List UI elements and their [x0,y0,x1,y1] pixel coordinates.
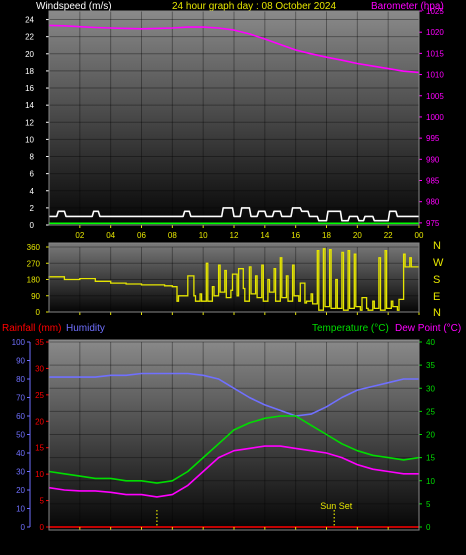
temp-ytick-label: 30 [426,384,435,393]
direction-ytick-label: 90 [31,292,40,301]
compass-w: W [433,257,444,269]
temp-ytick-label: 35 [426,361,435,370]
baro-ytick-label: 1020 [426,28,444,37]
baro-ytick-label: 1015 [426,49,444,58]
wind-ytick-label: 14 [25,101,34,110]
humidity-label: Humidity [66,323,105,334]
compass-n-top: N [433,240,441,252]
rainfall-label: Rainfall (mm) [2,323,61,334]
temp-ytick-label: 10 [426,477,435,486]
sunset-label: Sun Set [320,501,353,511]
direction-ytick-label: 270 [27,259,41,268]
humidity-ytick-label: 10 [16,505,25,514]
humidity-ytick-label: 80 [16,375,25,384]
top-xtick-label: 04 [106,231,115,240]
rain-ytick-label: 0 [40,523,45,532]
rain-ytick-label: 20 [35,417,44,426]
wind-ytick-label: 12 [25,118,34,127]
baro-ytick-label: 985 [426,177,440,186]
wind-ytick-label: 24 [25,16,34,25]
compass-e: E [433,291,440,303]
humidity-ytick-label: 70 [16,394,25,403]
wind-ytick-label: 2 [30,204,35,213]
rain-ytick-label: 15 [35,444,44,453]
temp-ytick-label: 0 [426,523,431,532]
wind-ytick-label: 22 [25,33,34,42]
temp-ytick-label: 5 [426,500,431,509]
top-xtick-label: 14 [260,231,269,240]
wind-ytick-label: 20 [25,50,34,59]
windspeed-label: Windspeed (m/s) [36,1,112,12]
wind-ytick-label: 10 [25,135,34,144]
rain-ytick-label: 5 [40,497,45,506]
baro-ytick-label: 995 [426,134,440,143]
top-xtick-label: 18 [322,231,331,240]
wind-ytick-label: 18 [25,67,34,76]
top-xtick-label: 12 [230,231,239,240]
top-xtick-label: 10 [199,231,208,240]
humidity-ytick-label: 60 [16,412,25,421]
temperature-label: Temperature (°C) [312,323,389,334]
top-xtick-label: 00 [415,231,424,240]
dewpoint-label: Dew Point (°C) [395,323,461,334]
baro-ytick-label: 975 [426,219,440,228]
top-xtick-label: 08 [168,231,177,240]
compass-s: S [433,274,440,286]
direction-ytick-label: 360 [27,243,41,252]
wind-ytick-label: 4 [30,187,35,196]
rain-ytick-label: 35 [35,338,44,347]
wind-ytick-label: 8 [30,153,35,162]
wind-ytick-label: 0 [30,221,35,230]
direction-ytick-label: 0 [36,308,41,317]
top-xtick-label: 02 [75,231,84,240]
temp-ytick-label: 20 [426,431,435,440]
compass-n-bottom: N [433,307,441,319]
top-xtick-label: 06 [137,231,146,240]
baro-ytick-label: 1025 [426,7,444,16]
top-xtick-label: 16 [291,231,300,240]
rain-ytick-label: 10 [35,470,44,479]
baro-ytick-label: 1010 [426,71,444,80]
temp-ytick-label: 15 [426,454,435,463]
wind-ytick-label: 6 [30,170,35,179]
rain-ytick-label: 25 [35,391,44,400]
baro-ytick-label: 1000 [426,113,444,122]
rain-ytick-label: 30 [35,364,44,373]
baro-ytick-label: 1005 [426,92,444,101]
humidity-ytick-label: 0 [21,523,26,532]
wind-ytick-label: 16 [25,84,34,93]
top-xtick-label: 22 [384,231,393,240]
baro-ytick-label: 990 [426,155,440,164]
humidity-ytick-label: 100 [12,338,26,347]
humidity-ytick-label: 30 [16,468,25,477]
baro-ytick-label: 980 [426,198,440,207]
humidity-ytick-label: 50 [16,431,25,440]
humidity-ytick-label: 40 [16,449,25,458]
compass-labels: N W S E N [433,240,444,319]
humidity-ytick-label: 90 [16,357,25,366]
graph-title: 24 hour graph day : 08 October 2024 [172,1,336,12]
humidity-ytick-label: 20 [16,486,25,495]
temp-ytick-label: 25 [426,407,435,416]
temp-ytick-label: 40 [426,338,435,347]
top-xtick-label: 20 [353,231,362,240]
weather-graph: Windspeed (m/s) 24 hour graph day : 08 O… [2,1,461,532]
direction-ytick-label: 180 [27,276,41,285]
